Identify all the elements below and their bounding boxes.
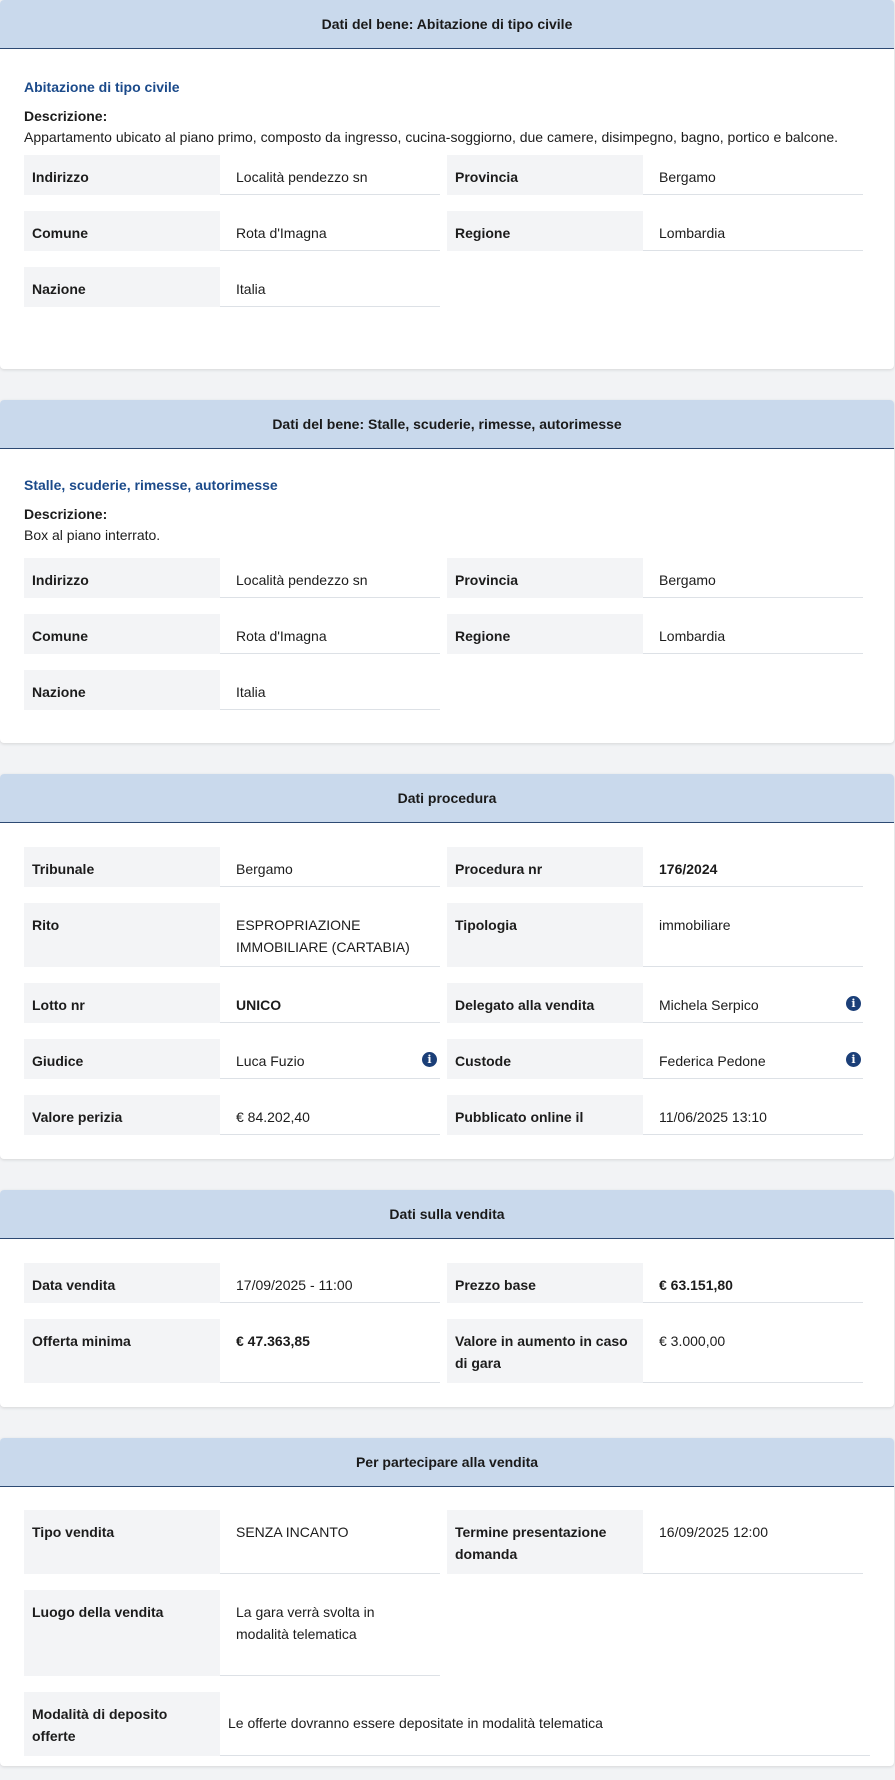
provincia-value: Bergamo bbox=[643, 155, 863, 195]
regione-value: Lombardia bbox=[643, 614, 863, 654]
data-vendita-label: Data vendita bbox=[24, 1263, 220, 1303]
delegato-label: Delegato alla vendita bbox=[447, 983, 643, 1023]
luogo-vendita-value: La gara verrà svolta in modalità telemat… bbox=[220, 1590, 440, 1676]
tipologia-label: Tipologia bbox=[447, 903, 643, 967]
tribunale-label: Tribunale bbox=[24, 847, 220, 887]
valore-aumento-label: Valore in aumento in caso di gara bbox=[447, 1319, 643, 1383]
luogo-vendita-label: Luogo della vendita bbox=[24, 1590, 220, 1676]
vendita-details-grid: Data vendita 17/09/2025 - 11:00 Prezzo b… bbox=[24, 1263, 870, 1407]
custode-label: Custode bbox=[447, 1039, 643, 1079]
procedura-nr-label: Procedura nr bbox=[447, 847, 643, 887]
provincia-value: Bergamo bbox=[643, 558, 863, 598]
modalita-deposito-value: Le offerte dovranno essere depositate in… bbox=[220, 1692, 870, 1756]
custode-value: Federica Pedone bbox=[643, 1039, 863, 1079]
valore-perizia-value: € 84.202,40 bbox=[220, 1095, 440, 1135]
tipologia-value: immobiliare bbox=[643, 903, 863, 967]
description-text: Appartamento ubicato al piano primo, com… bbox=[24, 129, 839, 145]
termine-presentazione-value: 16/09/2025 12:00 bbox=[643, 1510, 863, 1574]
rito-label: Rito bbox=[24, 903, 220, 967]
card-header-bene-autorimessa: Dati del bene: Stalle, scuderie, rimesse… bbox=[0, 400, 894, 449]
description-label: Descrizione: bbox=[24, 506, 108, 522]
regione-label: Regione bbox=[447, 211, 643, 251]
modalita-deposito-label: Modalità di deposito offerte bbox=[24, 1692, 220, 1756]
description-text: Box al piano interrato. bbox=[24, 527, 161, 543]
indirizzo-label: Indirizzo bbox=[24, 558, 220, 598]
procedura-details-grid: Tribunale Bergamo Procedura nr 176/2024 … bbox=[24, 847, 870, 1159]
card-partecipare-vendita: Per partecipare alla vendita Tipo vendit… bbox=[0, 1438, 894, 1766]
comune-label: Comune bbox=[24, 614, 220, 654]
nazione-value: Italia bbox=[220, 670, 440, 710]
pubblicato-label: Pubblicato online il bbox=[447, 1095, 643, 1135]
lotto-label: Lotto nr bbox=[24, 983, 220, 1023]
prezzo-base-value: € 63.151,80 bbox=[643, 1263, 863, 1303]
nazione-label: Nazione bbox=[24, 670, 220, 710]
prezzo-base-label: Prezzo base bbox=[447, 1263, 643, 1303]
comune-value: Rota d'Imagna bbox=[220, 211, 440, 251]
nazione-value: Italia bbox=[220, 267, 440, 307]
rito-value: ESPROPRIAZIONE IMMOBILIARE (CARTABIA) bbox=[220, 903, 440, 967]
bene-details-grid: Indirizzo Località pendezzo sn Provincia… bbox=[24, 558, 870, 728]
giudice-value: Luca Fuzio bbox=[220, 1039, 440, 1079]
bene-details-grid: Indirizzo Località pendezzo sn Provincia… bbox=[24, 155, 870, 325]
regione-label: Regione bbox=[447, 614, 643, 654]
indirizzo-label: Indirizzo bbox=[24, 155, 220, 195]
card-header-partecipare-vendita: Per partecipare alla vendita bbox=[0, 1438, 894, 1487]
regione-value: Lombardia bbox=[643, 211, 863, 251]
card-header-dati-vendita: Dati sulla vendita bbox=[0, 1190, 894, 1239]
card-dati-vendita: Dati sulla vendita Data vendita 17/09/20… bbox=[0, 1190, 894, 1407]
provincia-label: Provincia bbox=[447, 558, 643, 598]
card-dati-procedura: Dati procedura Tribunale Bergamo Procedu… bbox=[0, 774, 894, 1159]
valore-perizia-label: Valore perizia bbox=[24, 1095, 220, 1135]
bene-subtitle: Stalle, scuderie, rimesse, autorimesse bbox=[24, 477, 278, 493]
page: Dati del bene: Abitazione di tipo civile… bbox=[0, 0, 895, 1766]
tipo-vendita-value: SENZA INCANTO bbox=[220, 1510, 440, 1574]
bene-subtitle: Abitazione di tipo civile bbox=[24, 79, 180, 95]
indirizzo-value: Località pendezzo sn bbox=[220, 558, 440, 598]
delegato-value: Michela Serpico bbox=[643, 983, 863, 1023]
giudice-label: Giudice bbox=[24, 1039, 220, 1079]
nazione-label: Nazione bbox=[24, 267, 220, 307]
card-bene-autorimessa: Dati del bene: Stalle, scuderie, rimesse… bbox=[0, 400, 894, 743]
offerta-minima-label: Offerta minima bbox=[24, 1319, 220, 1383]
valore-aumento-value: € 3.000,00 bbox=[643, 1319, 863, 1383]
giudice-info-icon[interactable]: i bbox=[422, 1052, 437, 1067]
description-label: Descrizione: bbox=[24, 108, 108, 124]
lotto-value: UNICO bbox=[220, 983, 440, 1023]
tipo-vendita-label: Tipo vendita bbox=[24, 1510, 220, 1574]
delegato-info-icon[interactable]: i bbox=[846, 996, 861, 1011]
pubblicato-value: 11/06/2025 13:10 bbox=[643, 1095, 863, 1135]
offerta-minima-value: € 47.363,85 bbox=[220, 1319, 440, 1383]
tribunale-value: Bergamo bbox=[220, 847, 440, 887]
card-header-dati-procedura: Dati procedura bbox=[0, 774, 894, 823]
provincia-label: Provincia bbox=[447, 155, 643, 195]
partecipare-details-grid: Tipo vendita SENZA INCANTO Termine prese… bbox=[24, 1510, 870, 1766]
comune-label: Comune bbox=[24, 211, 220, 251]
data-vendita-value: 17/09/2025 - 11:00 bbox=[220, 1263, 440, 1303]
termine-presentazione-label: Termine presentazione domanda bbox=[447, 1510, 643, 1574]
card-header-bene-abitazione: Dati del bene: Abitazione di tipo civile bbox=[0, 0, 894, 49]
custode-info-icon[interactable]: i bbox=[846, 1052, 861, 1067]
card-bene-abitazione: Dati del bene: Abitazione di tipo civile… bbox=[0, 0, 894, 369]
procedura-nr-value: 176/2024 bbox=[643, 847, 863, 887]
indirizzo-value: Località pendezzo sn bbox=[220, 155, 440, 195]
comune-value: Rota d'Imagna bbox=[220, 614, 440, 654]
